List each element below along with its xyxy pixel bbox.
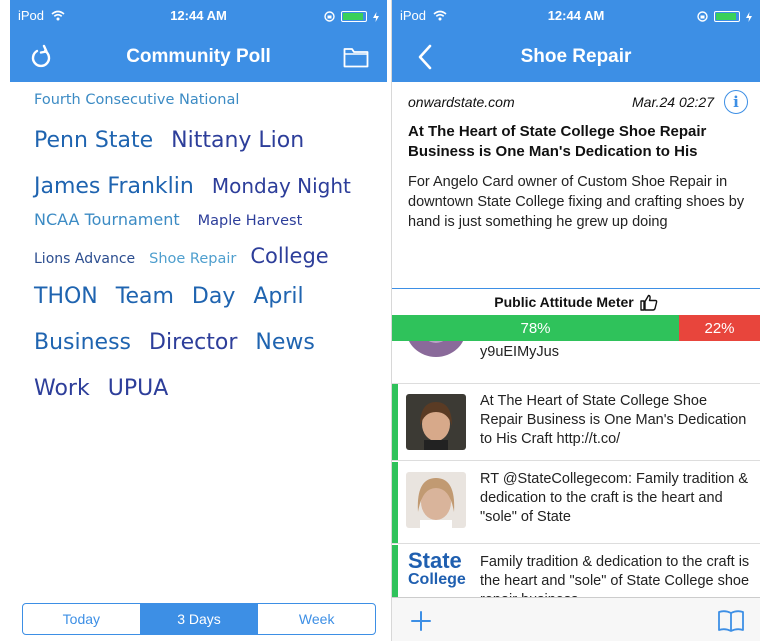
tweet-text: Family tradition & dedication to the cra… xyxy=(480,554,750,597)
cloud-word[interactable]: THON xyxy=(34,284,98,309)
cloud-row: Lions Advance Shoe Repair College xyxy=(34,244,371,284)
cloud-word[interactable]: April xyxy=(253,284,303,309)
cloud-word[interactable]: Day xyxy=(192,284,235,309)
bookmarks-button[interactable] xyxy=(716,606,746,636)
cloud-word[interactable]: News xyxy=(255,330,314,355)
cloud-word[interactable]: James Franklin xyxy=(34,174,194,199)
segment-today[interactable]: Today xyxy=(23,604,141,634)
meter-bar: 78% 22% xyxy=(392,315,760,341)
list-item[interactable]: RT @StateCollegecom: Family tradition & … xyxy=(392,462,760,544)
item-accent xyxy=(392,341,398,361)
tweet-text: At The Heart of State College Shoe Repai… xyxy=(480,393,747,447)
article-title[interactable]: At The Heart of State College Shoe Repai… xyxy=(408,122,748,162)
cloud-word[interactable]: Work xyxy=(34,376,90,401)
cloud-row: Work UPUA xyxy=(34,376,371,422)
battery-icon xyxy=(714,11,740,22)
avatar xyxy=(406,394,466,450)
add-button[interactable] xyxy=(406,606,436,636)
cloud-word[interactable]: Shoe Repair xyxy=(149,251,236,267)
charging-icon xyxy=(746,11,752,22)
tweet-text: RT @StateCollegecom: Family tradition & … xyxy=(480,471,749,525)
segment-3-days[interactable]: 3 Days xyxy=(140,604,259,634)
tweet-text: y9uEIMyJus xyxy=(480,344,559,360)
cloud-word[interactable]: Director xyxy=(149,330,237,355)
cloud-word[interactable]: Maple Harvest xyxy=(198,213,303,229)
nav-bar: iPod 12:44 AM Shoe Repair xyxy=(392,0,760,82)
cloud-word[interactable]: College xyxy=(250,244,328,268)
nav-bar: iPod 12:44 AM Community Poll xyxy=(10,0,387,82)
list-item[interactable]: State College Family tradition & dedicat… xyxy=(392,545,760,597)
battery-icon xyxy=(341,11,367,22)
cloud-word[interactable]: Monday Night xyxy=(212,174,351,198)
topic-detail-screen: iPod 12:44 AM Shoe Repair onwardstate.co… xyxy=(391,0,760,641)
item-accent xyxy=(392,462,398,543)
rotation-lock-icon xyxy=(697,11,708,22)
cloud-row: James Franklin Monday Night xyxy=(34,174,371,210)
list-item[interactable]: y9uEIMyJus xyxy=(392,341,760,361)
positive-share: 78% xyxy=(392,315,680,341)
cloud-word[interactable]: Penn State xyxy=(34,128,153,153)
cloud-word[interactable]: NCAA Tournament xyxy=(34,210,180,229)
plus-icon xyxy=(411,611,431,631)
featured-article[interactable]: onwardstate.com Mar.24 02:27 i At The He… xyxy=(392,82,760,288)
book-icon xyxy=(718,610,744,632)
cloud-word[interactable]: Lions Advance xyxy=(34,251,135,267)
time-range-selector: Today 3 Days Week xyxy=(22,603,376,635)
charging-icon xyxy=(373,11,379,22)
meter-label: Public Attitude Meter xyxy=(392,289,760,315)
cloud-row: THON Team Day April xyxy=(34,284,371,330)
article-source[interactable]: onwardstate.com xyxy=(408,94,515,110)
status-bar: iPod 12:44 AM xyxy=(392,8,760,26)
article-date: Mar.24 02:27 xyxy=(632,94,714,110)
bottom-toolbar xyxy=(392,597,760,641)
logo-line-2: College xyxy=(408,571,466,588)
logo-line-1: State xyxy=(408,551,462,573)
community-poll-screen: iPod 12:44 AM Community Poll Fourth Cons… xyxy=(10,0,387,641)
item-accent xyxy=(392,384,398,460)
cloud-row: Penn State Nittany Lion xyxy=(34,128,371,174)
info-icon[interactable]: i xyxy=(724,90,748,114)
rotation-lock-icon xyxy=(324,11,335,22)
cloud-word[interactable]: Business xyxy=(34,330,131,355)
negative-share: 22% xyxy=(679,315,760,341)
article-summary: For Angelo Card owner of Custom Shoe Rep… xyxy=(408,174,745,230)
article-meta: onwardstate.com Mar.24 02:27 i xyxy=(408,90,748,114)
cloud-row: NCAA Tournament Maple Harvest xyxy=(34,210,371,244)
list-item[interactable]: At The Heart of State College Shoe Repai… xyxy=(392,383,760,461)
meter-title: Public Attitude Meter xyxy=(494,294,634,310)
status-indicators xyxy=(324,11,379,22)
status-indicators xyxy=(697,11,752,22)
public-attitude-meter: Public Attitude Meter 78% 22% xyxy=(392,288,760,341)
item-accent xyxy=(392,545,398,597)
word-cloud: Fourth Consecutive National Penn State N… xyxy=(34,92,371,422)
page-title: Shoe Repair xyxy=(520,46,632,67)
thumbs-up-icon xyxy=(640,294,658,311)
folder-button[interactable] xyxy=(341,42,371,72)
cloud-row: Business Director News xyxy=(34,330,371,376)
page-title: Community Poll xyxy=(126,46,271,67)
state-college-logo: State College xyxy=(406,551,466,597)
avatar xyxy=(406,472,466,528)
segment-week[interactable]: Week xyxy=(258,604,375,634)
avatar xyxy=(406,341,466,361)
cloud-word[interactable]: Nittany Lion xyxy=(171,128,304,153)
cloud-word[interactable]: UPUA xyxy=(108,376,169,401)
status-bar: iPod 12:44 AM xyxy=(10,8,387,26)
cloud-row: Fourth Consecutive National xyxy=(34,92,371,114)
tweet-feed[interactable]: y9uEIMyJus At The Heart of State College… xyxy=(392,341,760,597)
folder-icon xyxy=(343,48,369,68)
cloud-word[interactable]: Fourth Consecutive National xyxy=(34,92,239,108)
cloud-word[interactable]: Team xyxy=(116,284,174,309)
